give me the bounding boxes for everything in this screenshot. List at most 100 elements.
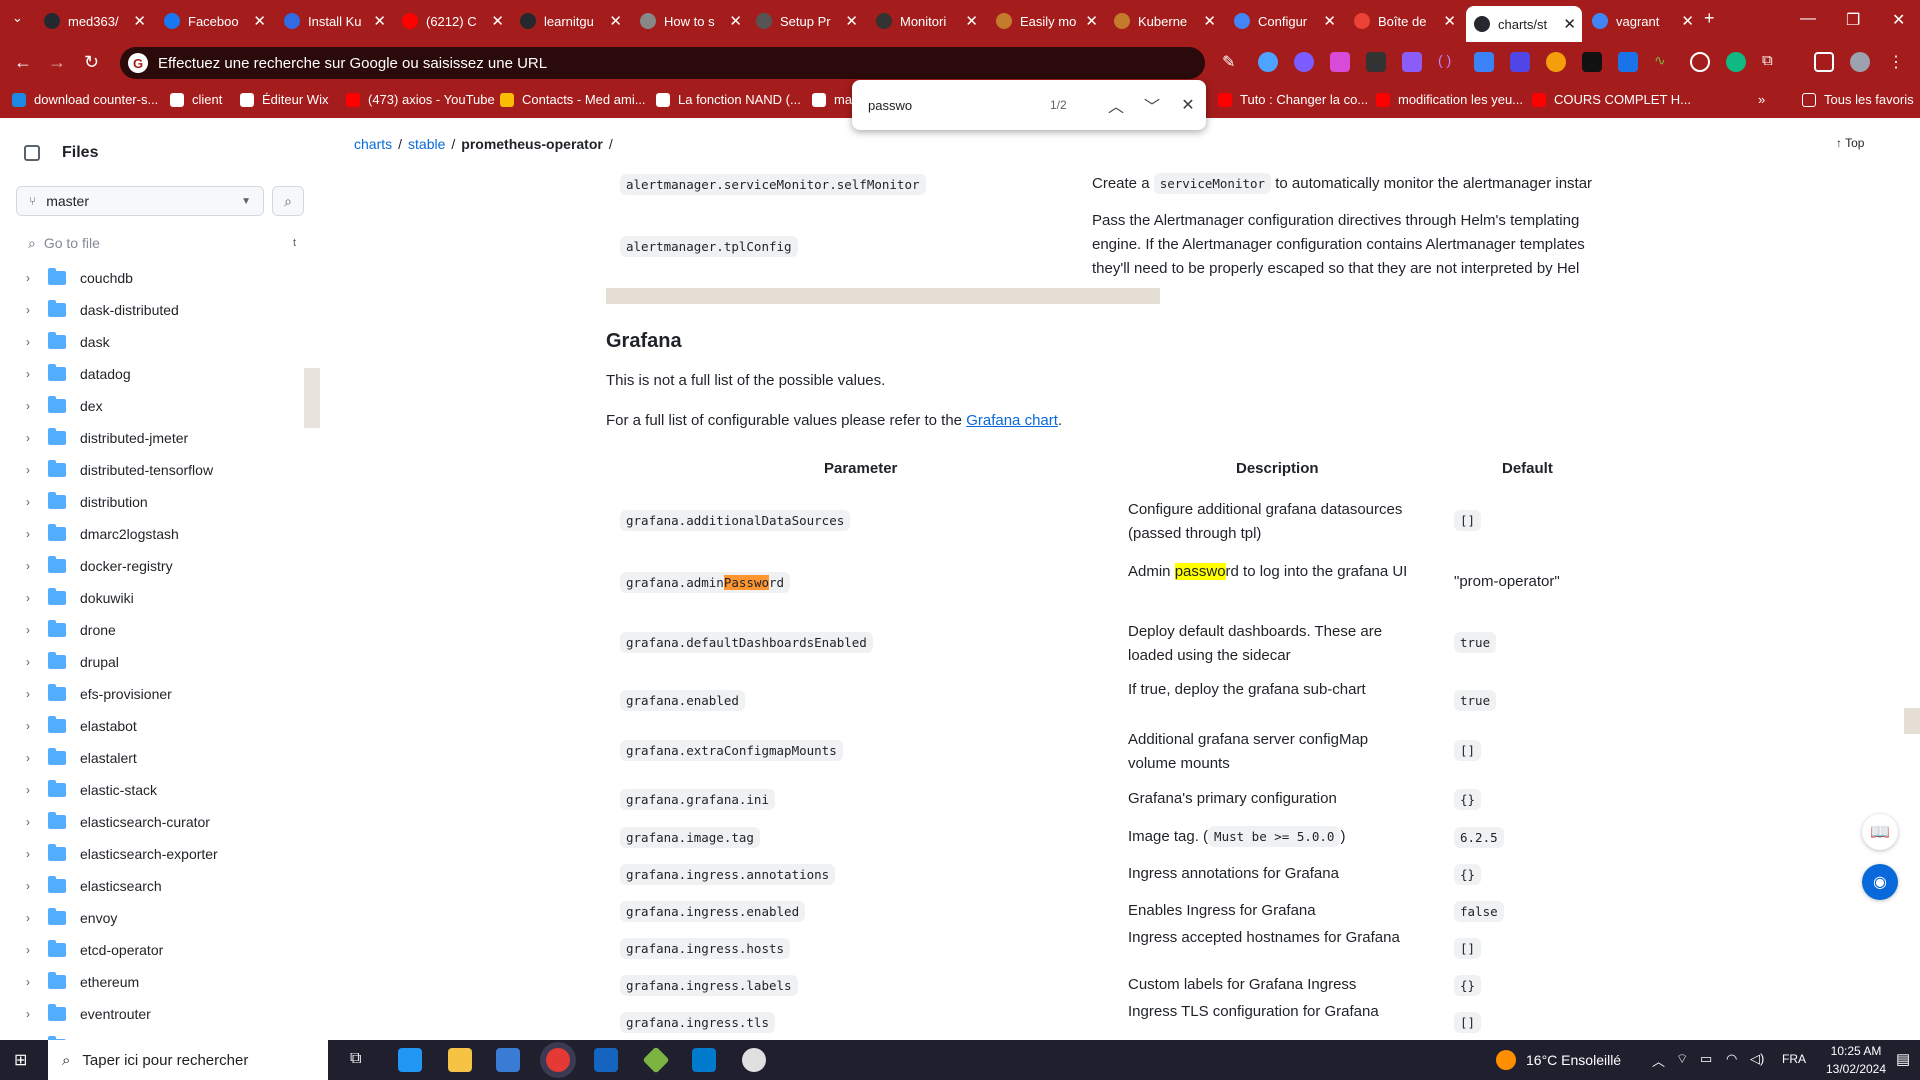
battery-icon[interactable]: ▭ (1700, 1051, 1712, 1067)
breadcrumb-stable[interactable]: stable (408, 136, 445, 152)
book-icon[interactable]: 📖 (1862, 814, 1898, 850)
close-tab-icon[interactable]: ✕ (609, 12, 622, 30)
all-bookmarks-button[interactable]: Tous les favoris (1802, 92, 1914, 107)
close-tab-icon[interactable]: ✕ (845, 12, 858, 30)
app-icon[interactable] (594, 1048, 618, 1072)
bookmark-item[interactable]: (473) axios - YouTube (346, 92, 495, 107)
reload-icon[interactable]: ↻ (84, 52, 99, 73)
bookmark-item[interactable]: COURS COMPLET H... (1532, 92, 1691, 107)
restore-icon[interactable]: ❐ (1846, 10, 1860, 30)
extension-icon[interactable]: ( ) (1438, 52, 1458, 72)
file-explorer-icon[interactable] (448, 1048, 472, 1072)
tab[interactable]: learnitgu ✕ (512, 8, 628, 34)
go-to-file-input[interactable]: ⌕ Go to file t (16, 228, 304, 258)
extensions-puzzle-icon[interactable]: ⧉ (1762, 52, 1782, 72)
extension-icon[interactable] (1474, 52, 1494, 72)
extension-icon[interactable] (1294, 52, 1314, 72)
tree-item-folder[interactable]: › etcd-operator (0, 934, 300, 966)
close-tab-icon[interactable]: ✕ (373, 12, 386, 30)
bookmark-item[interactable]: Éditeur Wix (240, 92, 328, 107)
close-tab-icon[interactable]: ✕ (1563, 15, 1576, 33)
tree-item-folder[interactable]: › drupal (0, 646, 300, 678)
extension-icon[interactable] (1726, 52, 1746, 72)
tree-item-folder[interactable]: ›express-gateway (0, 1030, 300, 1040)
tree-item-folder[interactable]: › dokuwiki (0, 582, 300, 614)
menu-icon[interactable]: ⋮ (1888, 52, 1908, 72)
tab[interactable]: vagrant ✕ (1584, 8, 1700, 34)
close-tab-icon[interactable]: ✕ (133, 12, 146, 30)
extension-icon[interactable]: ∿ (1654, 52, 1674, 72)
tree-item-folder[interactable]: › distributed-jmeter (0, 422, 300, 454)
bookmark-item[interactable]: client (170, 92, 222, 107)
close-tab-icon[interactable]: ✕ (253, 12, 266, 30)
copilot-icon[interactable]: ◉ (1862, 864, 1898, 900)
wifi-icon[interactable]: ◠ (1726, 1051, 1737, 1067)
new-tab-button[interactable]: + (1704, 8, 1715, 29)
tree-item-folder[interactable]: › dex (0, 390, 300, 422)
tab[interactable]: Setup Pr ✕ (748, 8, 864, 34)
notification-icon[interactable]: ▤ (1896, 1050, 1910, 1068)
find-close-icon[interactable]: ✕ (1178, 95, 1198, 115)
table-horizontal-scrollbar[interactable] (606, 288, 1160, 304)
task-view-icon[interactable]: ⧉ (350, 1050, 361, 1068)
tab-search-icon[interactable]: ⌄ (12, 10, 23, 26)
tree-item-folder[interactable]: › eventrouter (0, 998, 300, 1030)
find-input[interactable] (868, 97, 1018, 113)
tree-item-folder[interactable]: › drone (0, 614, 300, 646)
extension-icon[interactable] (1690, 52, 1710, 72)
extension-icon[interactable] (1330, 52, 1350, 72)
close-tab-icon[interactable]: ✕ (729, 12, 742, 30)
app-icon[interactable] (742, 1048, 766, 1072)
tree-item-folder[interactable]: › elastabot (0, 710, 300, 742)
volume-icon[interactable]: ◁) (1750, 1051, 1764, 1067)
clock-time[interactable]: 10:25 AM (1828, 1044, 1884, 1058)
bookmark-item[interactable]: Tuto : Changer la co... (1218, 92, 1368, 107)
tab[interactable]: Configur ✕ (1226, 8, 1342, 34)
store-icon[interactable] (496, 1048, 520, 1072)
grafana-chart-link[interactable]: Grafana chart (966, 412, 1058, 429)
close-tab-icon[interactable]: ✕ (1203, 12, 1216, 30)
tree-item-folder[interactable]: › elasticsearch-exporter (0, 838, 300, 870)
tree-item-folder[interactable]: › couchdb (0, 262, 300, 294)
close-tab-icon[interactable]: ✕ (965, 12, 978, 30)
close-tab-icon[interactable]: ✕ (1085, 12, 1098, 30)
tab[interactable]: Monitori ✕ (868, 8, 984, 34)
bookmark-item[interactable]: ma (812, 92, 852, 107)
close-tab-icon[interactable]: ✕ (1323, 12, 1336, 30)
tab[interactable]: Easily mo ✕ (988, 8, 1104, 34)
git-icon[interactable] (642, 1046, 670, 1074)
tab[interactable]: med363/✕ (36, 8, 152, 34)
translate-extension-icon[interactable] (1618, 52, 1638, 72)
tree-item-folder[interactable]: › dask (0, 326, 300, 358)
tree-item-folder[interactable]: › elastalert (0, 742, 300, 774)
bookmark-item[interactable]: download counter-s... (12, 92, 158, 107)
pen-extension-icon[interactable]: ✎ (1222, 52, 1242, 72)
close-tab-icon[interactable]: ✕ (491, 12, 504, 30)
tree-item-folder[interactable]: › ethereum (0, 966, 300, 998)
cookie-extension-icon[interactable] (1546, 52, 1566, 72)
tab[interactable]: Kuberne ✕ (1106, 8, 1222, 34)
address-bar[interactable]: G Effectuez une recherche sur Google ou … (120, 47, 1205, 79)
clock-date[interactable]: 13/02/2024 (1824, 1062, 1888, 1076)
tree-item-folder[interactable]: › elastic-stack (0, 774, 300, 806)
top-button[interactable]: ↑ Top (1836, 136, 1864, 150)
tree-item-folder[interactable]: › envoy (0, 902, 300, 934)
side-panel-icon[interactable] (1814, 52, 1834, 72)
network-icon[interactable]: ⌔ (1676, 1051, 1688, 1067)
tab[interactable]: How to s ✕ (632, 8, 748, 34)
chrome-icon[interactable] (546, 1048, 570, 1072)
minimize-icon[interactable]: — (1800, 10, 1816, 28)
tree-item-folder[interactable]: › distribution (0, 486, 300, 518)
tab[interactable]: Install Ku ✕ (276, 8, 392, 34)
branch-selector[interactable]: ⑂ master ▼ (16, 186, 264, 216)
tab[interactable]: (6212) C ✕ (394, 8, 510, 34)
sidebar-scrollbar[interactable] (304, 368, 320, 428)
profile-avatar[interactable] (1850, 52, 1870, 72)
breadcrumb-charts[interactable]: charts (354, 136, 392, 152)
extension-icon[interactable] (1510, 52, 1530, 72)
close-tab-icon[interactable]: ✕ (1443, 12, 1456, 30)
tray-chevron-icon[interactable]: ︿ (1652, 1051, 1665, 1070)
back-icon[interactable]: ← (14, 52, 32, 73)
weather-text[interactable]: 16°C Ensoleillé (1526, 1052, 1621, 1068)
extension-icon[interactable] (1402, 52, 1422, 72)
